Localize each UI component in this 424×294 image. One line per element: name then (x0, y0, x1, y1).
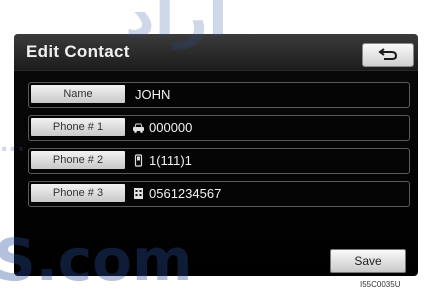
back-button[interactable] (362, 43, 414, 67)
car-phone-icon (133, 123, 144, 133)
phone-2-field-value: 1(111)1 (149, 153, 192, 168)
mobile-phone-icon (134, 154, 143, 167)
name-field-label: Name (31, 85, 125, 103)
phone-1-field-label: Phone # 1 (31, 118, 125, 136)
phone-3-field-value: 0561234567 (149, 186, 222, 201)
phone-1-field[interactable]: Phone # 1 000000 (28, 115, 410, 141)
phone-1-field-value: 000000 (149, 120, 193, 135)
return-arrow-icon (378, 48, 398, 60)
office-phone-icon (134, 188, 143, 199)
image-code: I55C0035U (360, 280, 401, 289)
save-button[interactable]: Save (330, 249, 406, 273)
name-field[interactable]: Name JOHN (28, 82, 410, 108)
name-field-value: JOHN (135, 87, 171, 102)
edit-contact-screen: Edit Contact Name JOHN Phone # 1 000000 … (14, 34, 418, 276)
phone-3-field[interactable]: Phone # 3 0561234567 (28, 181, 410, 207)
phone-3-field-label: Phone # 3 (31, 184, 125, 202)
phone-2-field-label: Phone # 2 (31, 151, 125, 169)
page-title: Edit Contact (26, 42, 130, 61)
title-bar: Edit Contact (14, 34, 418, 71)
phone-2-field[interactable]: Phone # 2 1(111)1 (28, 148, 410, 174)
